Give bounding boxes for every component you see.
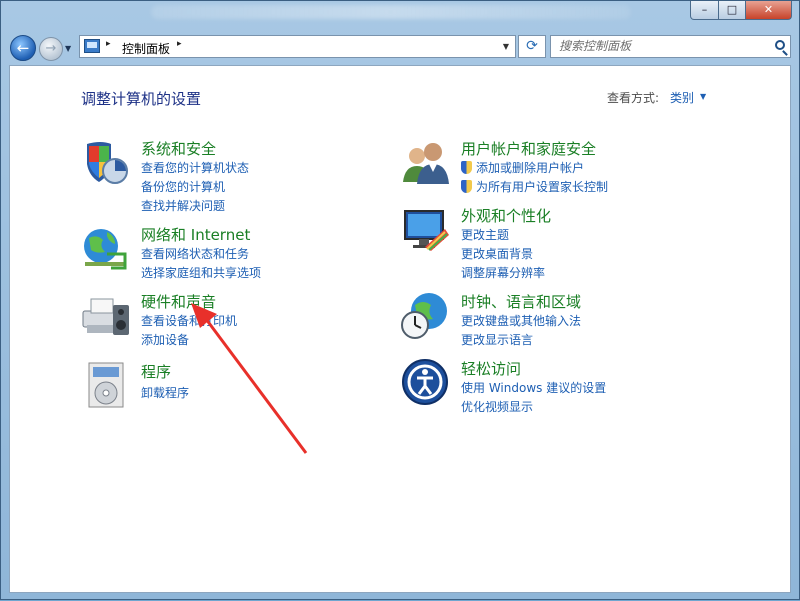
control-panel-window: – □ ✕ ← → ▼ ▸ 控制面板 ▸ ▼ ⟳ 调整计算机的设置 查看方式: … [0, 0, 800, 600]
annotation-arrow [191, 303, 308, 454]
